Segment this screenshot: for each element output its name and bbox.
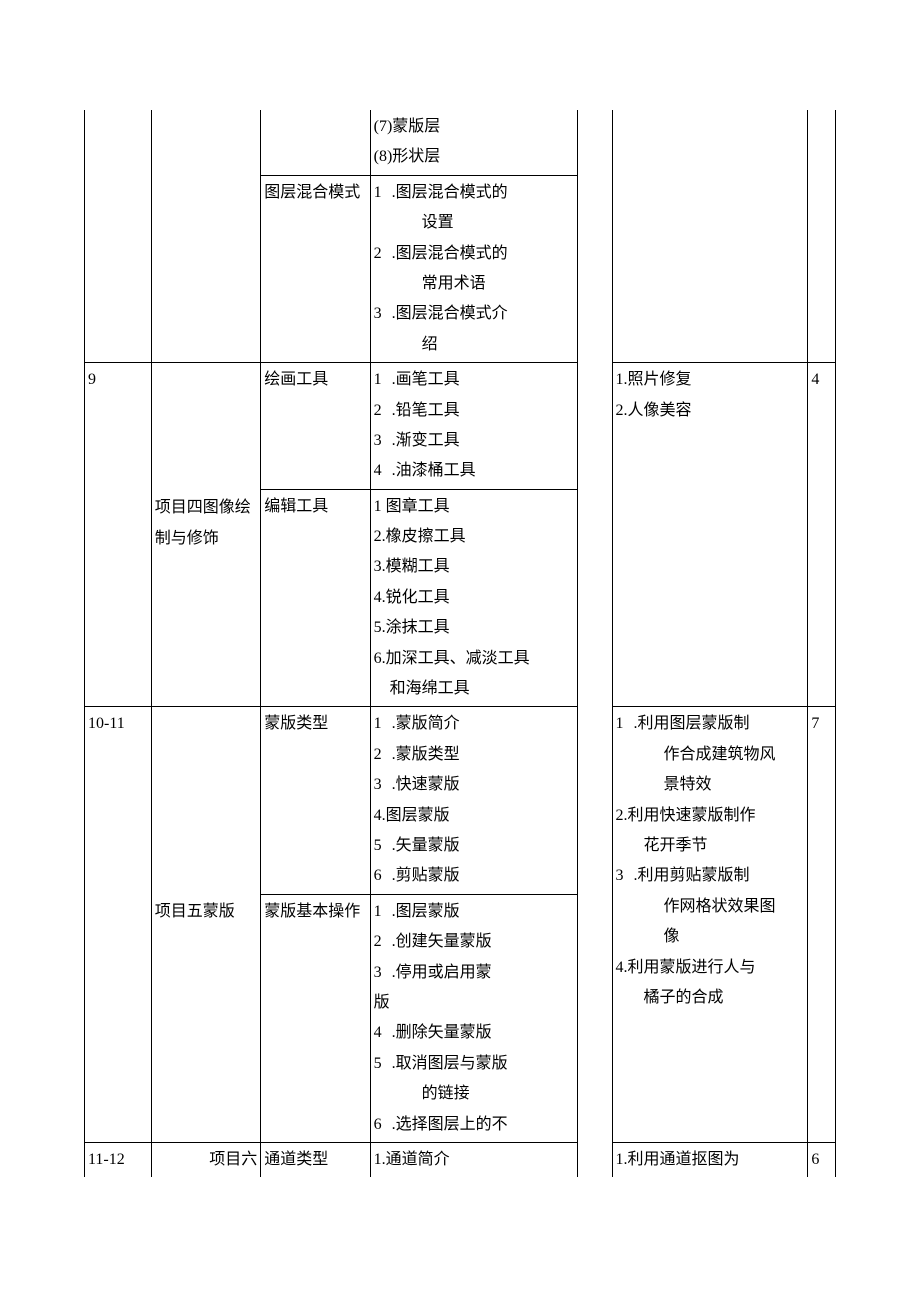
- cell-week: [85, 110, 152, 363]
- cell-content: 1 图章工具2.橡皮擦工具3.模糊工具4.锐化工具5.涂抹工具6.加深工具、减淡…: [370, 489, 577, 707]
- cell-week: 11-12: [85, 1142, 152, 1177]
- line: 3.模糊工具: [374, 552, 574, 582]
- text: 9: [88, 371, 96, 388]
- cell-topic: 蒙版基本操作: [261, 894, 370, 1142]
- cell-topic: 蒙版类型: [261, 707, 370, 894]
- line: 2 .铅笔工具: [374, 396, 574, 426]
- line: 3 .图层混合模式介: [374, 299, 574, 329]
- cell-topic: 编辑工具: [261, 489, 370, 707]
- document-page: (7)蒙版层 (8)形状层 图层混合模式 1 .图层混合模式的设置2 .图层混合…: [0, 0, 920, 1301]
- line: 5 .矢量蒙版: [374, 831, 574, 861]
- line: 5 .取消图层与蒙版: [374, 1049, 574, 1079]
- line-indent: 设置: [422, 208, 574, 238]
- line: 6.加深工具、减淡工具: [374, 644, 574, 674]
- cell-project: 项目四图像绘制与修饰: [151, 363, 260, 707]
- cell-task: 1.照片修复2.人像美容: [612, 363, 808, 707]
- line: (7)蒙版层: [374, 112, 574, 142]
- cell-blank: [577, 707, 612, 1142]
- line: 2.人像美容: [616, 396, 805, 426]
- line: 1 .画笔工具: [374, 365, 574, 395]
- cell-hours: [808, 110, 836, 363]
- line: 6 .剪贴蒙版: [374, 861, 574, 891]
- text: 项目五蒙版: [155, 903, 235, 920]
- cell-blank: [577, 110, 612, 363]
- cell-topic: 通道类型: [261, 1142, 370, 1177]
- text: 10-11: [88, 715, 125, 732]
- cell-week: 10-11: [85, 707, 152, 1142]
- line: 2 .图层混合模式的: [374, 239, 574, 269]
- line-indent: 的链接: [422, 1079, 574, 1109]
- line-indent: 景特效: [664, 770, 805, 800]
- line: 4.利用蒙版进行人与: [616, 953, 805, 983]
- line: 1 .图层混合模式的: [374, 178, 574, 208]
- cell-content: 1 .图层蒙版2 .创建矢量蒙版3 .停用或启用蒙版4 .删除矢量蒙版5 .取消…: [370, 894, 577, 1142]
- text: 蒙版基本操作: [264, 903, 360, 920]
- line: 版: [374, 988, 574, 1018]
- line: 1.通道简介: [374, 1145, 574, 1175]
- cell-blank: [577, 363, 612, 707]
- cell-project: 项目六: [151, 1142, 260, 1177]
- cell-project: 项目五蒙版: [151, 707, 260, 1142]
- cell-task: 1 .利用图层蒙版制作合成建筑物风景特效2.利用快速蒙版制作花开季节3 .利用剪…: [612, 707, 808, 1142]
- text: 绘画工具: [264, 371, 328, 388]
- text: 项目六: [209, 1151, 257, 1168]
- line: 1 .利用图层蒙版制: [616, 709, 805, 739]
- line: 2 .蒙版类型: [374, 740, 574, 770]
- line: 4.图层蒙版: [374, 801, 574, 831]
- cell-content: 1 .画笔工具2 .铅笔工具3 .渐变工具4 .油漆桶工具: [370, 363, 577, 490]
- line: 3 .渐变工具: [374, 426, 574, 456]
- text: 项目四图像绘制与修饰: [155, 499, 251, 546]
- line: 1.利用通道抠图为: [616, 1145, 805, 1175]
- text: 11-12: [88, 1151, 125, 1168]
- syllabus-table: (7)蒙版层 (8)形状层 图层混合模式 1 .图层混合模式的设置2 .图层混合…: [84, 110, 836, 1177]
- line: 2.利用快速蒙版制作: [616, 801, 805, 831]
- cell-topic: 绘画工具: [261, 363, 370, 490]
- cell-hours: 7: [808, 707, 836, 1142]
- cell-week: 9: [85, 363, 152, 707]
- line: 6 .选择图层上的不: [374, 1110, 574, 1140]
- cell-content: (7)蒙版层 (8)形状层: [370, 110, 577, 175]
- cell-topic: 图层混合模式: [261, 175, 370, 362]
- cell-hours: 6: [808, 1142, 836, 1177]
- line: 5.涂抹工具: [374, 613, 574, 643]
- line: 1 .蒙版简介: [374, 709, 574, 739]
- cell-hours: 4: [808, 363, 836, 707]
- line: 3 .停用或启用蒙: [374, 958, 574, 988]
- line-indent: 作合成建筑物风: [664, 740, 805, 770]
- text: 6: [811, 1151, 819, 1168]
- line: 1.照片修复: [616, 365, 805, 395]
- line: 3 .快速蒙版: [374, 770, 574, 800]
- line: 1 图章工具: [374, 492, 574, 522]
- text: 编辑工具: [264, 498, 328, 515]
- cell-task: [612, 110, 808, 363]
- text: 7: [811, 715, 819, 732]
- cell-content: 1.通道简介: [370, 1142, 577, 1177]
- text: 图层混合模式: [264, 184, 360, 201]
- line-indent: 常用术语: [422, 269, 574, 299]
- line: 4 .油漆桶工具: [374, 456, 574, 486]
- cell-project: [151, 110, 260, 363]
- line-indent: 像: [664, 922, 805, 952]
- line: 橘子的合成: [644, 983, 805, 1013]
- cell-content: 1 .图层混合模式的设置2 .图层混合模式的常用术语3 .图层混合模式介绍: [370, 175, 577, 362]
- line-indent: 绍: [422, 330, 574, 360]
- text: 4: [811, 371, 819, 388]
- line: 3 .利用剪贴蒙版制: [616, 861, 805, 891]
- line-indent: 作网格状效果图: [664, 892, 805, 922]
- line: 1 .图层蒙版: [374, 897, 574, 927]
- cell-task: 1.利用通道抠图为: [612, 1142, 808, 1177]
- line: 2 .创建矢量蒙版: [374, 927, 574, 957]
- cell-content: 1 .蒙版简介2 .蒙版类型3 .快速蒙版4.图层蒙版5 .矢量蒙版6 .剪贴蒙…: [370, 707, 577, 894]
- cell-blank: [577, 1142, 612, 1177]
- text: 蒙版类型: [264, 715, 328, 732]
- text: 通道类型: [264, 1151, 328, 1168]
- line: 花开季节: [644, 831, 805, 861]
- line: (8)形状层: [374, 142, 574, 172]
- cell-topic: [261, 110, 370, 175]
- line: 4 .删除矢量蒙版: [374, 1018, 574, 1048]
- line: 和海绵工具: [374, 674, 574, 704]
- line: 2.橡皮擦工具: [374, 522, 574, 552]
- line: 4.锐化工具: [374, 583, 574, 613]
